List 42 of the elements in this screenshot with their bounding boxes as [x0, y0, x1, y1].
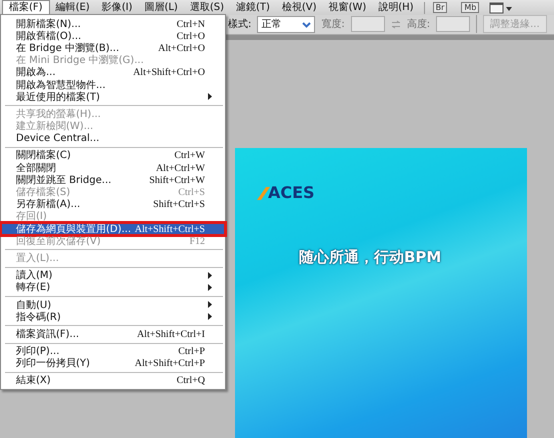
menu-item[interactable]: 檔案資訊(F)... Alt+Shift+Ctrl+I — [1, 328, 225, 340]
menu-item[interactable]: 關閉並跳至 Bridge... Shift+Ctrl+W — [1, 174, 225, 186]
logo-text: ACES — [268, 185, 315, 200]
menu-bar-item[interactable]: 檔案(F) — [2, 0, 50, 15]
menu-item[interactable]: 結束(X) Ctrl+Q — [1, 374, 225, 388]
menu-bar-item[interactable]: 檢視(V) — [276, 0, 323, 15]
height-field[interactable] — [436, 16, 470, 32]
app-launch-button[interactable]: Br — [432, 2, 448, 13]
menu-item[interactable]: 開新檔案(N)... Ctrl+N — [1, 18, 225, 30]
menu-item[interactable]: Device Central... — [1, 132, 225, 145]
chevron-down-icon — [302, 20, 312, 29]
width-field[interactable] — [350, 16, 385, 32]
height-label: 高度: — [406, 18, 430, 32]
menu-bar-item[interactable]: 編輯(E) — [50, 0, 96, 15]
menu-item[interactable]: 列印一份拷貝(Y) Alt+Shift+Ctrl+P — [1, 358, 225, 370]
menu-bar-item[interactable]: 視窗(W) — [322, 0, 372, 15]
menu-bar-item[interactable]: 說明(H) — [372, 0, 420, 15]
style-label: 樣式: — [228, 18, 252, 32]
menu-item[interactable]: 開啟為智慧型物件... — [1, 78, 225, 92]
slogan-text: 随心所通，行动BPM — [299, 248, 442, 267]
menu-item[interactable]: 列印(P)... Ctrl+P — [1, 346, 225, 358]
menu-item[interactable]: 關閉檔案(C) Ctrl+W — [1, 150, 225, 162]
menu-item[interactable]: 轉存(E) — [1, 282, 225, 294]
menu-bar-item[interactable]: 影像(I) — [96, 0, 138, 15]
menu-bar-item[interactable]: 選取(S) — [184, 0, 230, 15]
menu-item[interactable]: 開啟舊檔(O)... Ctrl+O — [1, 30, 225, 42]
menu-bar-item[interactable]: 圖層(L) — [138, 0, 184, 15]
width-label: 寬度: — [321, 18, 345, 32]
menu-item[interactable]: 最近使用的檔案(T) — [1, 91, 225, 104]
menu-item[interactable]: 儲存為網頁與裝置用(D)... Alt+Shift+Ctrl+S — [1, 223, 225, 236]
menu-item[interactable]: 自動(U) — [1, 298, 225, 312]
menu-item[interactable]: 開啟為... Alt+Shift+Ctrl+O — [1, 66, 225, 79]
app-launch-button[interactable]: Mb — [461, 2, 480, 13]
menu-item[interactable]: 另存新檔(A)... Shift+Ctrl+S — [1, 198, 225, 211]
menu-item[interactable]: 指令碼(R) — [1, 311, 225, 324]
menu-item[interactable]: 讀入(M) — [1, 270, 225, 282]
menu-item[interactable]: 全部關閉 Alt+Ctrl+W — [1, 162, 225, 174]
style-dropdown[interactable]: 正常 — [257, 16, 316, 33]
menu-bar-item[interactable]: 濾鏡(T) — [230, 0, 276, 15]
swap-icon[interactable] — [390, 20, 401, 29]
screen-mode-icon[interactable] — [489, 2, 514, 14]
menu-item[interactable]: 在 Bridge 中瀏覽(B)... Alt+Ctrl+O — [1, 42, 225, 55]
